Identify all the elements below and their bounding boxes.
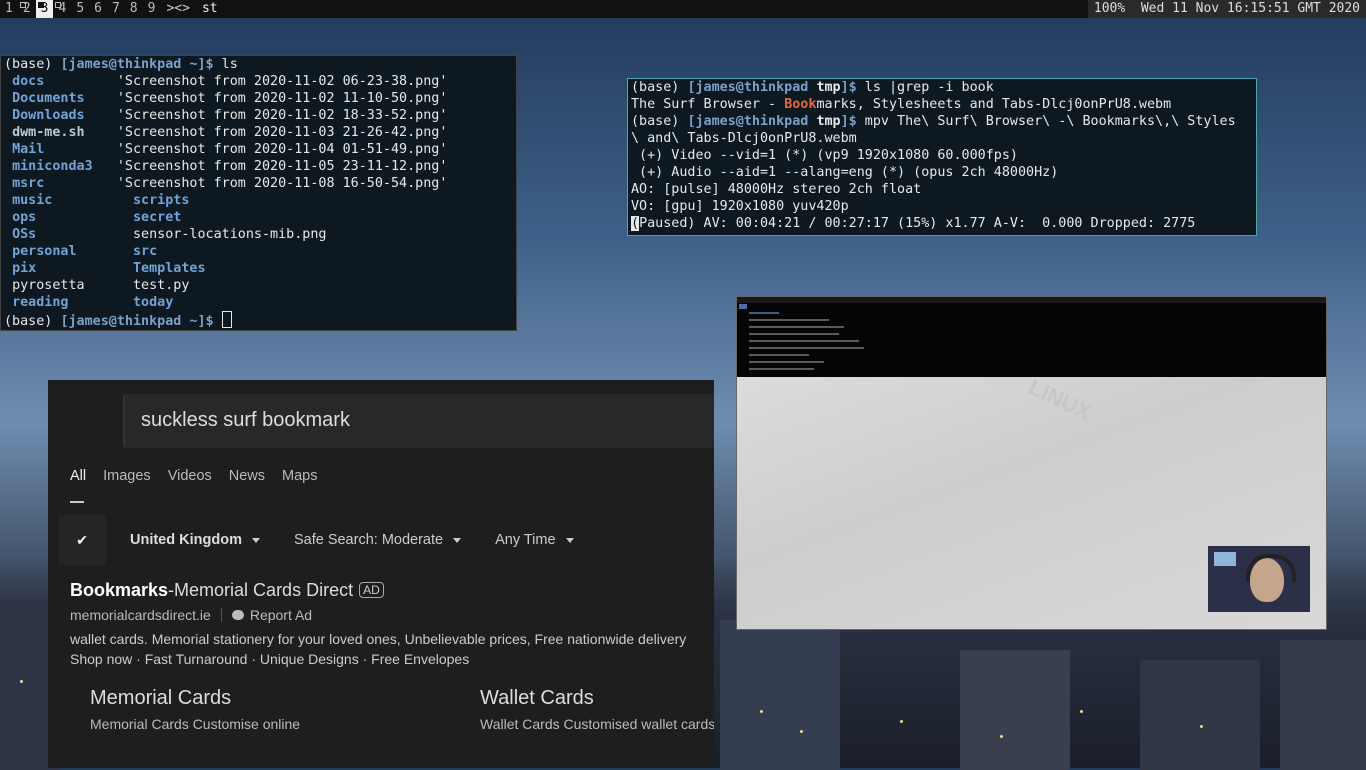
ls-row: reading today	[12, 295, 174, 310]
chevron-down-icon	[251, 537, 260, 543]
webcam-overlay	[1208, 546, 1310, 612]
video-window[interactable]: LINUX	[736, 296, 1327, 630]
tag-2[interactable]: 2	[18, 0, 36, 18]
tab-images[interactable]: Images	[103, 468, 151, 484]
window-title: st	[195, 0, 1088, 18]
tab-maps[interactable]: Maps	[282, 468, 317, 484]
sitelink-sub: Wallet Cards Customised wallet cards	[480, 716, 714, 732]
tag-6[interactable]: 6	[89, 0, 107, 18]
region-filter[interactable]: United Kingdom	[130, 532, 260, 548]
ls-row: Documents 'Screenshot from 2020-11-02 11…	[12, 91, 448, 106]
prompt-base: (base)	[4, 314, 61, 329]
layout-symbol[interactable]: ><>	[160, 0, 195, 18]
mpv-video-line: (+) Video --vid=1 (*) (vp9 1920x1080 60.…	[631, 148, 1018, 163]
status-text: 100% Wed 11 Nov 16:15:51 GMT 2020	[1087, 0, 1366, 18]
command-text: mpv The\ Surf\ Browser\ -\ Bookmarks\,\ …	[856, 114, 1236, 129]
active-tab-indicator	[70, 501, 84, 503]
ls-row: docs 'Screenshot from 2020-11-02 06-23-3…	[12, 74, 448, 89]
tag-5[interactable]: 5	[71, 0, 89, 18]
search-tabs: All Images Videos News Maps	[70, 468, 335, 484]
tag-1[interactable]: 1	[0, 0, 18, 18]
command-text: ls	[213, 57, 238, 72]
ls-row: dwm-me.sh 'Screenshot from 2020-11-03 21…	[12, 125, 448, 140]
prompt-user: [james@thinkpad ~]$	[60, 57, 214, 72]
tag-8[interactable]: 8	[125, 0, 143, 18]
dwm-bar: 1 2 3 4 5 6 7 8 9 ><> st 100% Wed 11 Nov…	[0, 0, 1366, 18]
ad-url[interactable]: memorialcardsdirect.ie Report Ad	[70, 607, 312, 623]
tag-4[interactable]: 4	[53, 0, 71, 18]
ad-badge: AD	[359, 582, 384, 598]
browser-window: All Images Videos News Maps ✔ United Kin…	[48, 380, 714, 768]
ls-row: pix Templates	[12, 261, 206, 276]
ls-row: Downloads 'Screenshot from 2020-11-02 18…	[12, 108, 448, 123]
video-terminal-area	[737, 297, 1326, 377]
ad-title-link[interactable]: Bookmarks-Memorial Cards Direct AD	[70, 580, 384, 601]
tab-videos[interactable]: Videos	[168, 468, 212, 484]
ls-row: msrc 'Screenshot from 2020-11-08 16-50-5…	[12, 176, 448, 191]
tag-9[interactable]: 9	[143, 0, 161, 18]
ad-description: wallet cards. Memorial stationery for yo…	[70, 631, 687, 667]
speech-bubble-icon	[231, 610, 244, 620]
search-input[interactable]	[139, 408, 703, 433]
sitelink-title[interactable]: Wallet Cards	[480, 687, 594, 710]
ls-row: personal src	[12, 244, 158, 259]
sitelink-title[interactable]: Memorial Cards	[90, 687, 231, 710]
ls-row: Mail 'Screenshot from 2020-11-04 01-51-4…	[12, 142, 448, 157]
prompt-base: (base)	[4, 57, 61, 72]
terminal-mpv[interactable]: (base) [james@thinkpad tmp]$ ls |grep -i…	[627, 78, 1257, 236]
mpv-ao-line: AO: [pulse] 48000Hz stereo 2ch float	[631, 182, 922, 197]
ls-row: OSs sensor-locations-mib.png	[12, 227, 327, 242]
search-box	[123, 394, 714, 448]
tag-3[interactable]: 3	[35, 0, 54, 18]
sitelink-sub: Memorial Cards Customise online	[90, 716, 301, 732]
report-ad-link[interactable]: Report Ad	[250, 607, 312, 623]
mpv-status-line: (Paused) AV: 00:04:21 / 00:27:17 (15%) x…	[631, 216, 1196, 231]
tag-7[interactable]: 7	[107, 0, 125, 18]
ls-row: music scripts	[12, 193, 190, 208]
chevron-down-icon	[453, 537, 462, 543]
mpv-vo-line: VO: [gpu] 1920x1080 yuv420p	[631, 199, 849, 214]
time-filter[interactable]: Any Time	[495, 532, 574, 548]
check-icon[interactable]: ✔	[58, 515, 106, 565]
safe-search-filter[interactable]: Safe Search: Moderate	[294, 532, 462, 548]
ls-row: pyrosetta test.py	[12, 278, 190, 293]
tab-news[interactable]: News	[229, 468, 265, 484]
command-continuation: \ and\ Tabs-Dlcj0onPrU8.webm	[631, 131, 857, 146]
terminal-cursor	[221, 311, 232, 328]
chevron-down-icon	[565, 537, 574, 543]
filter-bar: ✔ United Kingdom Safe Search: Moderate A…	[58, 515, 714, 565]
grep-output: The Surf Browser - Bookmarks, Stylesheet…	[631, 97, 1172, 112]
ls-row: miniconda3 'Screenshot from 2020-11-05 2…	[12, 159, 448, 174]
prompt-user: [james@thinkpad ~]$	[60, 314, 214, 329]
mpv-audio-line: (+) Audio --aid=1 --alang=eng (*) (opus …	[631, 165, 1059, 180]
terminal-home[interactable]: (base) [james@thinkpad ~]$ ls docs 'Scre…	[0, 55, 517, 331]
tab-all[interactable]: All	[70, 468, 86, 484]
command-text: ls |grep -i book	[856, 80, 994, 95]
ls-row: ops secret	[12, 210, 182, 225]
